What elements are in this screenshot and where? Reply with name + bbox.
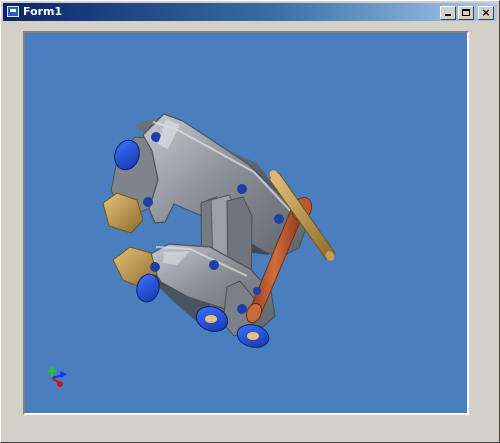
window-title: Form1 [23,5,63,18]
minimize-icon [445,14,451,16]
title-bar[interactable]: Form1 × [3,3,497,21]
3d-model-viewport[interactable] [23,31,469,415]
main-window: Form1 × [0,0,500,443]
form-client-area [4,22,496,440]
maximize-icon [462,9,470,16]
minimize-button[interactable] [440,6,456,20]
close-icon: × [481,6,491,19]
maximize-button[interactable] [458,6,474,20]
clamp-assembly-model[interactable] [25,33,467,413]
close-button[interactable]: × [478,6,494,20]
form-app-icon[interactable] [7,6,19,17]
xyz-axis-triad-icon [48,366,67,387]
window-control-buttons: × [440,6,494,20]
